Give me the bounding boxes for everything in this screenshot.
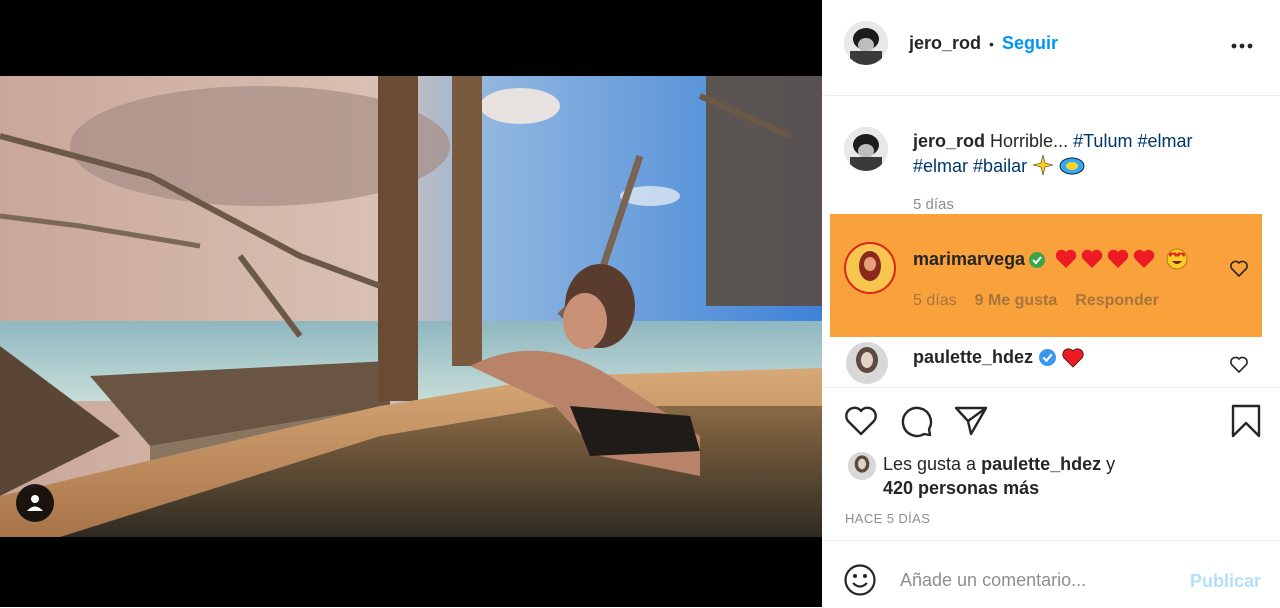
- share-button[interactable]: [953, 403, 989, 444]
- caption-username[interactable]: jero_rod: [913, 131, 985, 151]
- comment-like-button[interactable]: [1229, 355, 1249, 380]
- user-tag-icon: [27, 495, 43, 511]
- comment-like-button[interactable]: [1229, 259, 1249, 284]
- hashtag[interactable]: #elmar: [1137, 131, 1192, 151]
- red-heart-emoji: [1107, 249, 1129, 268]
- small-heart-icon: [1230, 260, 1248, 278]
- likes-prefix: Les gusta a: [883, 454, 977, 474]
- likes-user[interactable]: paulette_hdez: [981, 454, 1101, 474]
- share-icon: [954, 406, 988, 436]
- red-heart-emoji: [1133, 249, 1155, 268]
- save-icon: [1231, 404, 1261, 438]
- post-time[interactable]: HACE 5 DÍAS: [845, 511, 930, 526]
- post-header: jero_rod • Seguir: [822, 0, 1280, 96]
- verified-icon: [1039, 349, 1057, 366]
- post-actions: Les gusta a paulette_hdez y 420 personas…: [822, 387, 1280, 541]
- comment-button[interactable]: [898, 403, 934, 444]
- publish-button[interactable]: Publicar: [1190, 571, 1261, 592]
- caption-time: 5 días: [913, 196, 954, 213]
- user-tag-button[interactable]: [16, 484, 54, 522]
- caption-avatar[interactable]: [844, 127, 888, 171]
- post-media: [0, 0, 822, 607]
- comments-section: jero_rod Horrible... #Tulum #elmar #elma…: [822, 96, 1280, 386]
- comment-composer: Publicar: [822, 540, 1280, 608]
- author-username[interactable]: jero_rod: [909, 33, 981, 54]
- comment-username[interactable]: marimarvega: [913, 249, 1025, 270]
- separator-dot: •: [989, 35, 994, 52]
- red-heart-emoji: [1081, 249, 1103, 268]
- comment-username[interactable]: paulette_hdez: [913, 347, 1033, 368]
- comment-input[interactable]: [898, 561, 1172, 599]
- comment-avatar[interactable]: [846, 342, 888, 384]
- more-button[interactable]: [1227, 33, 1257, 59]
- more-icon: [1231, 43, 1253, 49]
- comment-time[interactable]: 5 días: [913, 292, 957, 310]
- hashtag[interactable]: #bailar: [973, 156, 1027, 176]
- likes-joiner: y: [1106, 454, 1116, 474]
- comment-hearts: [1055, 248, 1188, 271]
- likes-others[interactable]: 420 personas más: [883, 478, 1039, 498]
- post-sidebar: jero_rod • Seguir jero_rod Horrible... #…: [822, 0, 1280, 607]
- liker-avatar[interactable]: [848, 452, 876, 480]
- reply-button[interactable]: Responder: [1075, 292, 1159, 310]
- hashtag[interactable]: #Tulum: [1073, 131, 1132, 151]
- verified-icon: [1029, 251, 1046, 268]
- comment-likes[interactable]: 9 Me gusta: [975, 292, 1058, 310]
- save-button[interactable]: [1228, 403, 1264, 444]
- caption-body: Horrible...: [990, 131, 1069, 151]
- like-button[interactable]: [843, 403, 879, 444]
- comment-text: marimarvega: [913, 248, 1188, 271]
- emoji-icon: [844, 564, 876, 596]
- red-heart-emoji: [1062, 347, 1084, 368]
- post-photo[interactable]: [0, 76, 822, 537]
- emoji-button[interactable]: [843, 563, 877, 602]
- sparkles-emoji: [1033, 154, 1054, 176]
- author-avatar[interactable]: [844, 21, 888, 65]
- small-heart-icon: [1230, 356, 1248, 374]
- like-icon: [845, 406, 877, 436]
- comment-text: paulette_hdez: [913, 347, 1088, 368]
- caption-text: jero_rod Horrible... #Tulum #elmar #elma…: [913, 129, 1243, 179]
- follow-button[interactable]: Seguir: [1002, 33, 1058, 54]
- comment-avatar[interactable]: [844, 242, 896, 294]
- comment-icon: [901, 406, 933, 438]
- red-heart-emoji: [1055, 249, 1077, 268]
- fish-cake-emoji: [1059, 157, 1085, 175]
- comment-meta: 5 días 9 Me gusta Responder: [913, 292, 1159, 310]
- heart-eyes-emoji: [1166, 248, 1188, 270]
- hashtag[interactable]: #elmar: [913, 156, 968, 176]
- likes-summary: Les gusta a paulette_hdez y 420 personas…: [883, 452, 1183, 500]
